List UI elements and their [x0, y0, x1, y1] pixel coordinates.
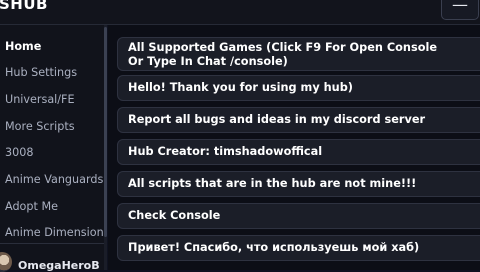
- info-card-supported-games[interactable]: All Supported Games (Click F9 For Open C…: [117, 37, 480, 71]
- info-card-hub-creator[interactable]: Hub Creator: timshadowoffical: [117, 139, 480, 165]
- sidebar-item-adopt-me[interactable]: Adopt Me: [5, 200, 58, 213]
- minimize-button[interactable]: —: [441, 0, 479, 20]
- card-text: Hub Creator: timshadowoffical: [128, 145, 323, 158]
- app-title: SHUB: [0, 0, 48, 13]
- profile-divider: [0, 243, 104, 244]
- sidebar-item-3008[interactable]: 3008: [5, 146, 33, 159]
- sidebar-item-anime-dimension[interactable]: Anime Dimension: [5, 226, 104, 239]
- sidebar-item-more-scripts[interactable]: More Scripts: [5, 120, 75, 133]
- sidebar-scrollbar-thumb[interactable]: [104, 27, 107, 237]
- card-text: All scripts that are in the hub are not …: [128, 177, 417, 190]
- info-card-report-bugs[interactable]: Report all bugs and ideas in my discord …: [117, 107, 480, 133]
- card-text: Check Console: [128, 209, 221, 222]
- card-text: Hello! Thank you for using my hub): [128, 81, 353, 94]
- check-console-button[interactable]: Check Console: [117, 203, 480, 229]
- sidebar-item-universal-fe[interactable]: Universal/FE: [5, 93, 75, 106]
- sidebar-item-home[interactable]: Home: [5, 40, 41, 53]
- sidebar-item-hub-settings[interactable]: Hub Settings: [5, 66, 77, 79]
- card-text: Привет! Спасибо, что используешь мой хаб…: [128, 241, 420, 254]
- card-text: Report all bugs and ideas in my discord …: [128, 113, 426, 126]
- info-card-thanks[interactable]: Hello! Thank you for using my hub): [117, 75, 480, 101]
- card-text: All Supported Games (Click F9 For Open C…: [128, 41, 437, 68]
- profile-username: OmegaHeroBr: [18, 259, 100, 272]
- info-card-russian-thanks[interactable]: Привет! Спасибо, что используешь мой хаб…: [117, 235, 480, 261]
- sidebar: Home Hub Settings Universal/FE More Scri…: [0, 25, 104, 270]
- title-bar: SHUB —: [0, 0, 480, 25]
- sidebar-item-anime-vanguards[interactable]: Anime Vanguards: [5, 173, 103, 186]
- info-card-disclaimer[interactable]: All scripts that are in the hub are not …: [117, 171, 480, 197]
